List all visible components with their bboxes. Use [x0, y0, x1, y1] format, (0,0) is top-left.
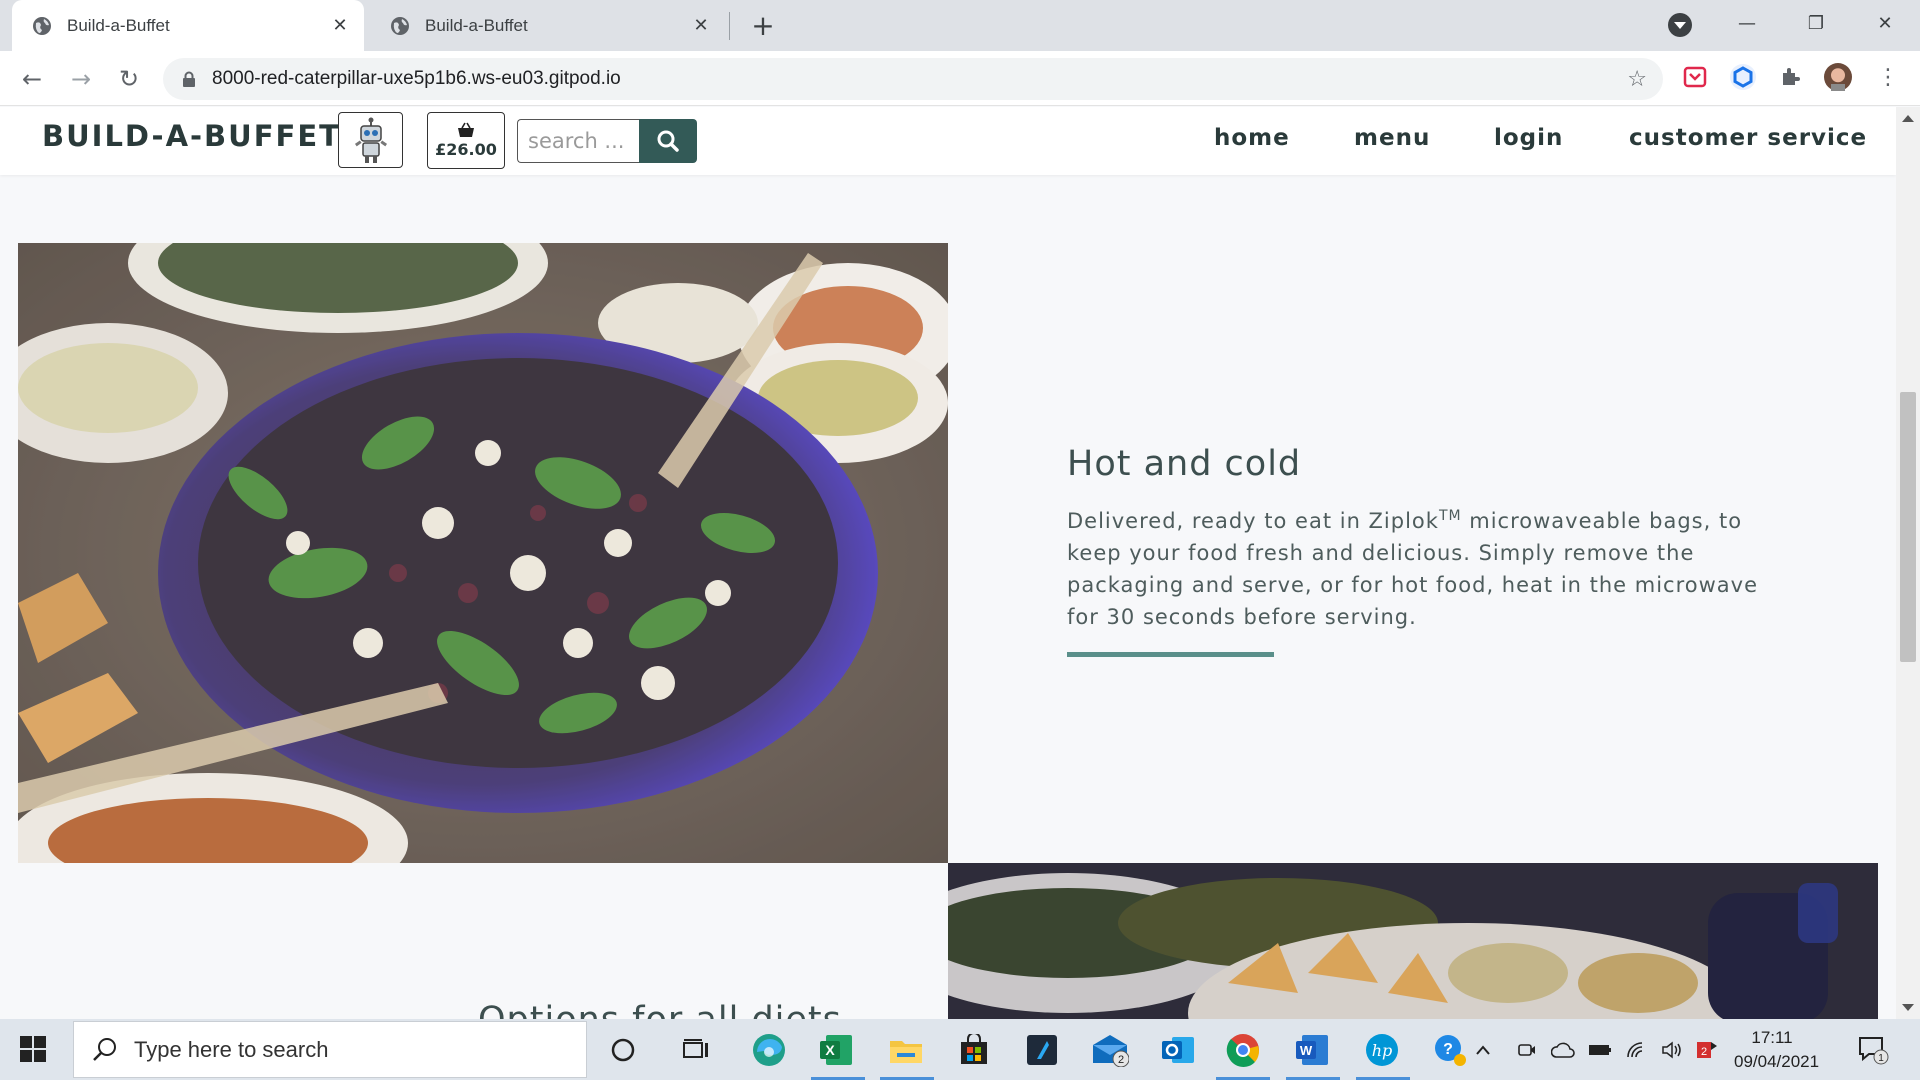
tab-separator: [729, 12, 730, 40]
extensions-puzzle-icon[interactable]: [1777, 63, 1805, 91]
window-close-icon[interactable]: ✕: [1865, 6, 1905, 40]
second-feature-title: Options for all diets: [478, 1000, 842, 1019]
microsoft-store-icon[interactable]: [954, 1030, 994, 1070]
volume-icon[interactable]: [1659, 1030, 1685, 1070]
browser-tab-strip: Build-a-Buffet ✕ Build-a-Buffet ✕ + — ❐ …: [0, 0, 1920, 51]
chevron-up-icon[interactable]: [1471, 1030, 1495, 1070]
scrollbar-thumb[interactable]: [1900, 392, 1916, 662]
windows-taskbar: Type here to search X 2 W hp ? 2 17:11 0…: [0, 1019, 1920, 1080]
taskbar-search-box[interactable]: Type here to search: [73, 1021, 587, 1078]
url-text: 8000-red-caterpillar-uxe5p1b6.ws-eu03.gi…: [212, 68, 621, 89]
basket-icon: [458, 122, 474, 137]
robot-helper-button[interactable]: [338, 112, 403, 168]
nav-link-menu[interactable]: menu: [1354, 125, 1430, 151]
browser-menu-icon[interactable]: ⋮: [1874, 63, 1902, 91]
tab-build-a-buffet-active[interactable]: Build-a-Buffet ✕: [12, 0, 364, 51]
task-view-icon[interactable]: [676, 1030, 716, 1070]
cortana-icon[interactable]: [603, 1030, 643, 1070]
svg-text:hp: hp: [1372, 1041, 1393, 1060]
svg-text:W: W: [1300, 1043, 1313, 1058]
browser-toolbar: ← → ↻ 8000-red-caterpillar-uxe5p1b6.ws-e…: [0, 51, 1920, 106]
address-bar[interactable]: 8000-red-caterpillar-uxe5p1b6.ws-eu03.gi…: [163, 58, 1663, 100]
globe-icon: [391, 16, 409, 35]
help-icon[interactable]: ?: [1430, 1030, 1470, 1070]
svg-text:X: X: [825, 1042, 835, 1058]
minimize-icon[interactable]: —: [1727, 6, 1767, 40]
feature-description: Delivered, ready to eat in ZiplokTM micr…: [1067, 500, 1767, 633]
bookmark-star-icon[interactable]: ☆: [1627, 67, 1647, 92]
chrome-icon[interactable]: [1223, 1030, 1263, 1070]
hexagon-extension-icon[interactable]: [1729, 63, 1757, 91]
forward-arrow-icon[interactable]: →: [65, 63, 97, 95]
security-app-icon[interactable]: 2: [1694, 1030, 1720, 1070]
tab-title: Build-a-Buffet: [67, 15, 170, 35]
notifications-icon[interactable]: 1: [1853, 1030, 1893, 1070]
visual-studio-icon[interactable]: [1022, 1030, 1062, 1070]
word-icon[interactable]: W: [1292, 1030, 1332, 1070]
close-tab-icon[interactable]: ✕: [691, 15, 711, 36]
globe-icon: [33, 16, 51, 35]
taskbar-search-placeholder: Type here to search: [134, 1036, 329, 1062]
outlook-icon[interactable]: [1158, 1030, 1198, 1070]
site-logo[interactable]: BUILD-A-BUFFET: [42, 119, 341, 153]
nav-link-home[interactable]: home: [1214, 125, 1290, 151]
clock-date: 09/04/2021: [1734, 1052, 1820, 1071]
search-icon: [657, 130, 679, 152]
feature-title: Hot and cold: [1067, 444, 1302, 484]
new-tab-button[interactable]: +: [748, 9, 778, 42]
nav-link-login[interactable]: login: [1494, 125, 1563, 151]
clock-time: 17:11: [1751, 1028, 1793, 1047]
basket-button[interactable]: £26.00: [427, 112, 505, 169]
pocket-extension-icon[interactable]: [1681, 63, 1709, 91]
buffet-platter-image: [948, 863, 1878, 1019]
basket-total: £26.00: [435, 140, 497, 159]
back-arrow-icon[interactable]: ←: [16, 63, 48, 95]
meet-now-icon[interactable]: [1515, 1030, 1539, 1070]
search-icon: [93, 1037, 116, 1061]
web-page: Hot and cold Delivered, ready to eat in …: [0, 107, 1920, 1019]
page-scrollbar[interactable]: [1896, 107, 1920, 1019]
notification-badge-count: 1: [1878, 1053, 1884, 1064]
robot-icon: [354, 117, 387, 163]
battery-icon[interactable]: [1587, 1030, 1613, 1070]
restore-icon[interactable]: ❐: [1796, 6, 1836, 40]
scroll-up-arrow-icon[interactable]: [1902, 115, 1914, 122]
salad-bowl-image: [18, 243, 948, 863]
site-header: BUILD-A-BUFFET £26.00 home menu login cu…: [0, 107, 1896, 175]
system-clock[interactable]: 17:11 09/04/2021: [1734, 1026, 1820, 1074]
mail-badge-count: 2: [1118, 1054, 1124, 1066]
close-tab-icon[interactable]: ✕: [330, 15, 350, 36]
mail-icon[interactable]: 2: [1090, 1030, 1130, 1070]
scroll-down-arrow-icon[interactable]: [1902, 1004, 1914, 1011]
avatar[interactable]: [1824, 63, 1852, 91]
tab-build-a-buffet[interactable]: Build-a-Buffet ✕: [370, 0, 725, 51]
windows-start-icon[interactable]: [20, 1036, 46, 1062]
trademark-mark: TM: [1438, 508, 1462, 524]
search-button[interactable]: [639, 119, 697, 163]
search-input[interactable]: [517, 119, 639, 163]
wifi-icon[interactable]: [1624, 1030, 1650, 1070]
feature-text-start: Delivered, ready to eat in Ziplok: [1067, 509, 1439, 533]
edge-browser-icon[interactable]: [749, 1030, 789, 1070]
nav-link-customer-service[interactable]: customer service: [1629, 125, 1867, 151]
tab-search-icon[interactable]: [1668, 13, 1692, 37]
reload-icon[interactable]: ↻: [113, 63, 145, 95]
tab-title: Build-a-Buffet: [425, 15, 528, 35]
lock-icon: [183, 71, 195, 87]
svg-text:2: 2: [1701, 1046, 1707, 1058]
onedrive-cloud-icon[interactable]: [1550, 1030, 1576, 1070]
hp-icon[interactable]: hp: [1362, 1030, 1402, 1070]
file-explorer-icon[interactable]: [886, 1030, 926, 1070]
excel-icon[interactable]: X: [817, 1030, 857, 1070]
svg-text:?: ?: [1443, 1041, 1453, 1058]
accent-rule: [1067, 652, 1274, 657]
